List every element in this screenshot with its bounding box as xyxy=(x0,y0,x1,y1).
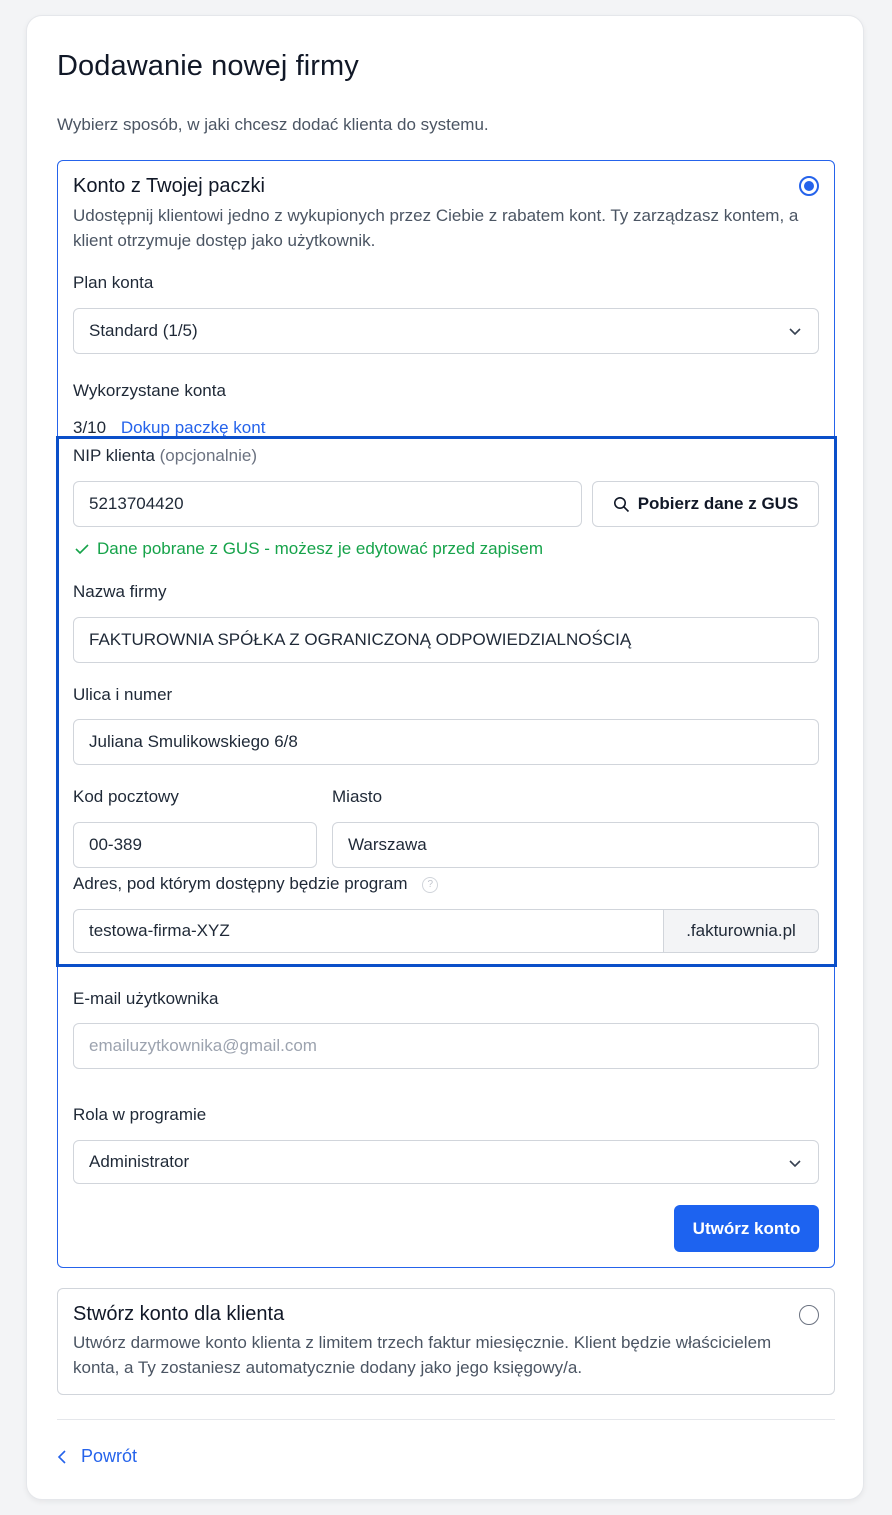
buy-more-accounts-link[interactable]: Dokup paczkę kont xyxy=(121,418,266,437)
email-placeholder: emailuzytkownika@gmail.com xyxy=(89,1036,317,1055)
role-select[interactable]: Administrator xyxy=(73,1140,819,1184)
option-client-account[interactable]: Stwórz konto dla klienta Utwórz darmowe … xyxy=(57,1288,835,1395)
fetch-gus-label: Pobierz dane z GUS xyxy=(637,494,799,513)
gus-success-message: Dane pobrane z GUS - możesz je edytować … xyxy=(75,539,543,559)
subdomain-input[interactable]: testowa-firma-XYZ xyxy=(73,909,664,953)
back-link-label: Powrót xyxy=(81,1446,138,1466)
city-value: Warszawa xyxy=(348,835,427,854)
radio-selected-icon[interactable] xyxy=(799,176,819,196)
option-package-description: Udostępnij klientowi jedno z wykupionych… xyxy=(73,206,799,250)
help-icon[interactable]: ? xyxy=(422,876,439,893)
used-accounts-row: 3/10 Dokup paczkę kont xyxy=(73,418,265,438)
option-client-description: Utwórz darmowe konto klienta z limitem t… xyxy=(73,1333,772,1377)
street-input[interactable]: Juliana Smulikowskiego 6/8 xyxy=(73,719,819,765)
chevron-down-icon xyxy=(789,1160,801,1168)
add-company-card: Dodawanie nowej firmy Wybierz sposób, w … xyxy=(26,15,864,1500)
gus-success-text: Dane pobrane z GUS - możesz je edytować … xyxy=(97,539,543,558)
option-client-title: Stwórz konto dla klienta xyxy=(73,1303,285,1325)
check-icon xyxy=(75,544,89,555)
role-select-value: Administrator xyxy=(89,1152,190,1171)
email-label: E-mail użytkownika xyxy=(73,989,219,1008)
chevron-down-icon xyxy=(789,328,801,336)
street-value: Juliana Smulikowskiego 6/8 xyxy=(89,732,298,751)
city-input[interactable]: Warszawa xyxy=(332,822,819,868)
search-icon xyxy=(613,496,629,512)
page-subtitle: Wybierz sposób, w jaki chcesz dodać klie… xyxy=(57,115,489,134)
email-input[interactable]: emailuzytkownika@gmail.com xyxy=(73,1023,819,1069)
back-link[interactable]: Powrót xyxy=(57,1446,137,1467)
used-accounts-value: 3/10 xyxy=(73,418,107,437)
create-account-button[interactable]: Utwórz konto xyxy=(674,1205,819,1252)
zip-value: 00-389 xyxy=(89,835,142,854)
radio-unselected-icon[interactable] xyxy=(799,1305,819,1325)
subdomain-suffix: .fakturownia.pl xyxy=(663,909,819,953)
address-label: Adres, pod którym dostępny będzie progra… xyxy=(73,874,408,893)
company-name-input[interactable]: FAKTUROWNIA SPÓŁKA Z OGRANICZONĄ ODPOWIE… xyxy=(73,617,819,663)
used-accounts-label: Wykorzystane konta xyxy=(73,381,226,400)
company-name-value: FAKTUROWNIA SPÓŁKA Z OGRANICZONĄ ODPOWIE… xyxy=(89,630,632,649)
plan-label: Plan konta xyxy=(73,273,154,292)
nip-label: NIP klienta xyxy=(73,446,155,465)
company-name-label: Nazwa firmy xyxy=(73,582,167,601)
zip-label: Kod pocztowy xyxy=(73,787,179,806)
nip-optional-hint: (opcjonalnie) xyxy=(159,446,257,465)
street-label: Ulica i numer xyxy=(73,685,173,704)
address-label-row: Adres, pod którym dostępny będzie progra… xyxy=(73,874,439,894)
footer-divider xyxy=(57,1419,835,1420)
city-label: Miasto xyxy=(332,787,383,806)
chevron-left-icon xyxy=(57,1449,66,1464)
page-title: Dodawanie nowej firmy xyxy=(57,50,359,82)
plan-select-value: Standard (1/5) xyxy=(89,321,198,340)
nip-input[interactable]: 5213704420 xyxy=(73,481,582,527)
role-label: Rola w programie xyxy=(73,1105,207,1124)
fetch-gus-button[interactable]: Pobierz dane z GUS xyxy=(592,481,819,527)
option-package-account[interactable]: Konto z Twojej paczki Udostępnij kliento… xyxy=(57,160,835,1268)
subdomain-value: testowa-firma-XYZ xyxy=(89,921,230,940)
option-package-title: Konto z Twojej paczki xyxy=(73,175,265,197)
nip-label-row: NIP klienta (opcjonalnie) xyxy=(73,446,257,466)
zip-input[interactable]: 00-389 xyxy=(73,822,317,868)
nip-input-value: 5213704420 xyxy=(89,494,184,513)
plan-select[interactable]: Standard (1/5) xyxy=(73,308,819,354)
